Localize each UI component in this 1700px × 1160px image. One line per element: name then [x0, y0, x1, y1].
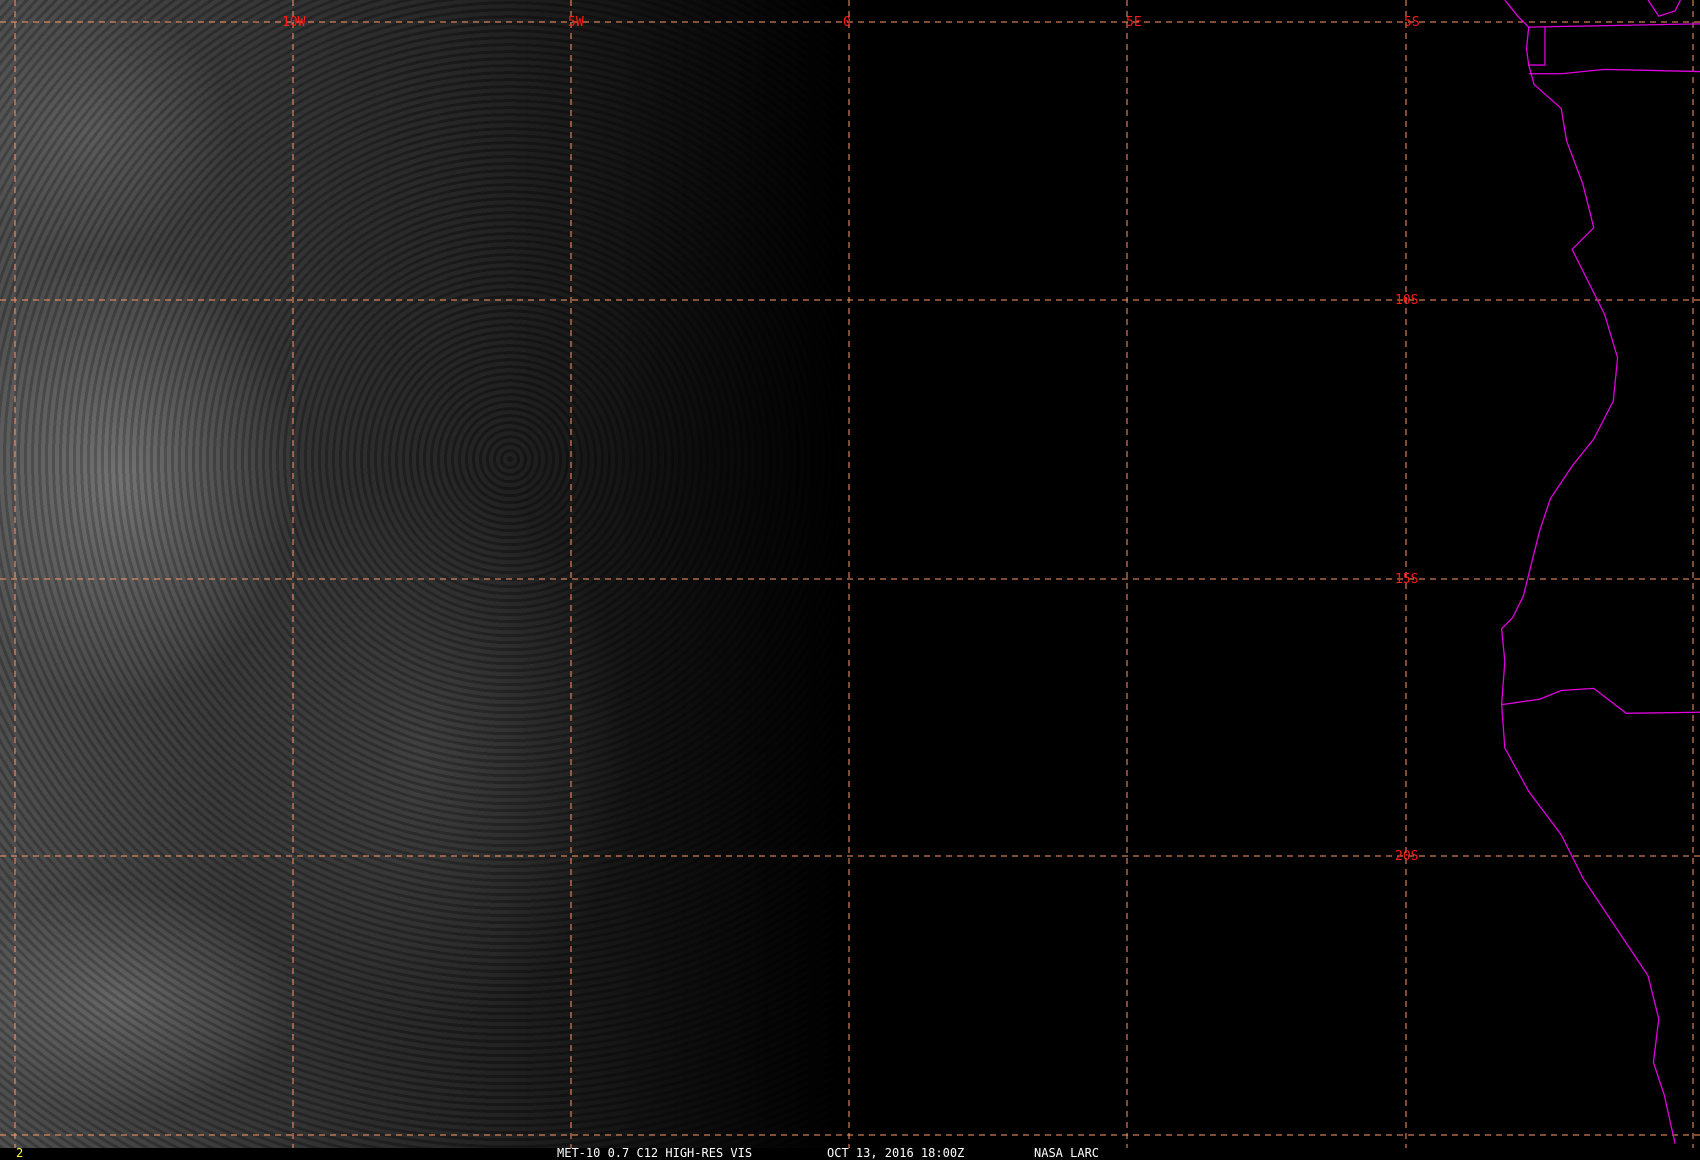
caption-bar: 2 MET-10 0.7 C12 HIGH-RES VIS OCT 13, 20…	[0, 1147, 1700, 1160]
lon-label-5w: 5W	[568, 15, 584, 30]
border-angola-drc	[1528, 68, 1700, 75]
border-cabinda	[1528, 27, 1546, 66]
border-congo-drc	[1528, 23, 1700, 28]
lat-label-5s: 5S	[1404, 15, 1420, 30]
lat-label-10s: 10S	[1395, 293, 1419, 308]
product-label: MET-10 0.7 C12 HIGH-RES VIS	[557, 1146, 753, 1160]
coastline-map	[1500, 0, 1700, 1144]
source-label: NASA LARC	[1034, 1146, 1100, 1160]
lon-label-10w: 10W	[282, 15, 306, 30]
lat-label-20s: 20S	[1395, 849, 1419, 864]
lat-label-15s: 15S	[1395, 572, 1419, 587]
border-angola-namibia	[1501, 687, 1700, 714]
lon-label-0: 0	[843, 15, 851, 30]
datetime-label: OCT 13, 2016 18:00Z	[827, 1146, 965, 1160]
satellite-image-viewer: 10W 5W 0 5E 5S 10S 15S 20S 2 MET-10 0.7 …	[0, 0, 1700, 1160]
frame-number: 2	[16, 1146, 24, 1160]
africa-coastline	[1500, 0, 1676, 1144]
coastline-top-right	[1647, 0, 1682, 18]
lon-label-5e: 5E	[1126, 15, 1142, 30]
